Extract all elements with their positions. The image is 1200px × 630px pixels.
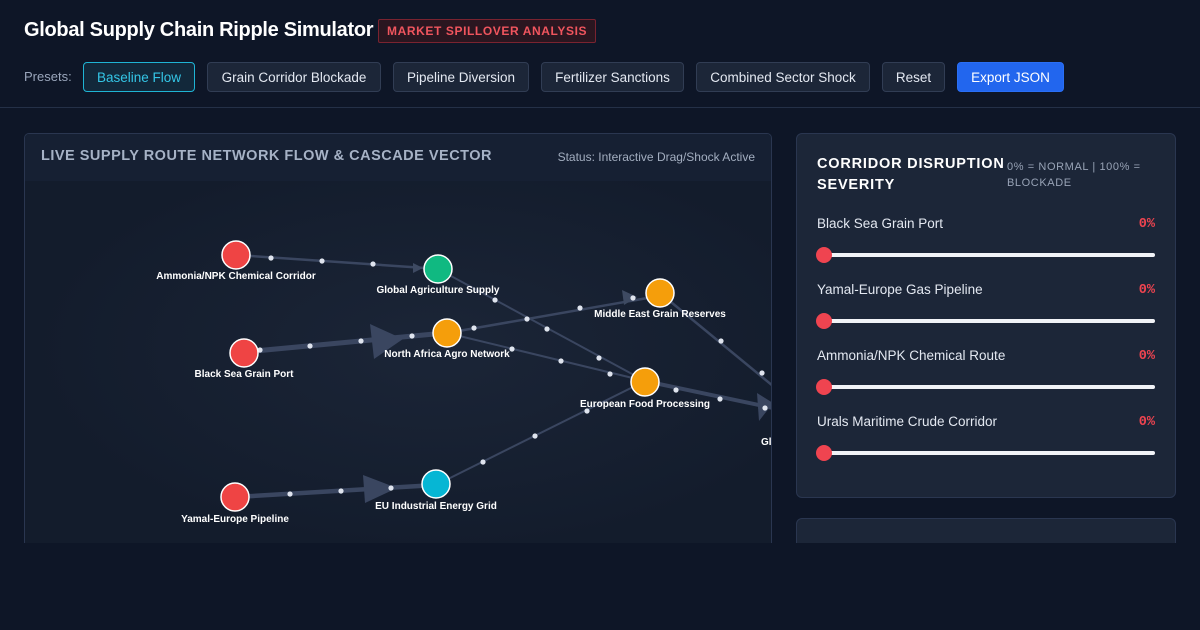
network-node-global-partial[interactable]: Gl [761,437,772,448]
network-status: Status: Interactive Drag/Shock Active [557,150,755,164]
node-label: North Africa Agro Network [384,349,510,360]
slider-label: Black Sea Grain Port [817,216,944,231]
slider-track-black-sea[interactable] [817,253,1155,257]
slider-row-black-sea: Black Sea Grain Port 0% [816,216,1155,272]
node-label: Global Agriculture Supply [377,285,500,296]
network-graph[interactable]: Ammonia/NPK Chemical Corridor Global Agr… [25,181,772,553]
slider-label: Urals Maritime Crude Corridor [817,414,998,429]
preset-fertilizer-sanctions-button[interactable]: Fertilizer Sanctions [541,62,684,92]
network-canvas[interactable]: Ammonia/NPK Chemical Corridor Global Agr… [25,181,772,553]
reset-button[interactable]: Reset [882,62,945,92]
slider-row-urals: Urals Maritime Crude Corridor 0% [816,414,1155,470]
app-title: Global Supply Chain Ripple Simulator [24,19,374,41]
slider-track-yamal[interactable] [817,319,1155,323]
disruption-panel: CORRIDOR DISRUPTION SEVERITY 0% = NORMAL… [796,133,1176,498]
network-panel-header: LIVE SUPPLY ROUTE NETWORK FLOW & CASCADE… [25,134,771,182]
slider-thumb-yamal[interactable] [816,313,832,329]
slider-value: 0% [1138,283,1155,298]
node-label: Ammonia/NPK Chemical Corridor [156,271,316,282]
app-header: Global Supply Chain Ripple Simulator MAR… [0,0,1200,108]
export-json-button[interactable]: Export JSON [957,62,1064,92]
preset-grain-corridor-blockade-button[interactable]: Grain Corridor Blockade [207,62,381,92]
viewport-bottom-area [0,543,1200,630]
network-panel-title: LIVE SUPPLY ROUTE NETWORK FLOW & CASCADE… [41,148,493,164]
edge-yamal-euenergy [235,482,437,500]
slider-thumb-urals[interactable] [816,445,832,461]
slider-thumb-ammonia[interactable] [816,379,832,395]
slider-thumb-black-sea[interactable] [816,247,832,263]
preset-combined-sector-shock-button[interactable]: Combined Sector Shock [696,62,870,92]
network-node-ammonia[interactable]: Ammonia/NPK Chemical Corridor [156,240,316,282]
edge-euenergy-eufood [435,380,646,486]
node-label: Yamal-Europe Pipeline [181,514,289,525]
node-label: EU Industrial Energy Grid [375,501,497,512]
network-edges [235,253,771,503]
edge-arrow [413,263,423,273]
network-node-agriculture[interactable]: Global Agriculture Supply [377,254,500,296]
slider-value: 0% [1138,349,1155,364]
analysis-badge: MARKET SPILLOVER ANALYSIS [378,19,597,43]
preset-pipeline-diversion-button[interactable]: Pipeline Diversion [393,62,529,92]
slider-label: Yamal-Europe Gas Pipeline [817,282,983,297]
network-node-black-sea[interactable]: Black Sea Grain Port [195,338,295,380]
slider-value: 0% [1138,415,1155,430]
presets-label: Presets: [24,69,72,84]
network-node-eu-energy[interactable]: EU Industrial Energy Grid [375,469,497,512]
preset-baseline-flow-button[interactable]: Baseline Flow [83,62,195,92]
slider-value: 0% [1138,217,1155,232]
edge-meast-gl [659,292,771,386]
slider-label: Ammonia/NPK Chemical Route [817,348,1006,363]
network-node-yamal[interactable]: Yamal-Europe Pipeline [181,482,289,525]
node-label: Black Sea Grain Port [195,369,295,380]
slider-row-ammonia: Ammonia/NPK Chemical Route 0% [816,348,1155,404]
node-label: European Food Processing [580,399,710,410]
edge-ammonia-agri [235,253,426,270]
node-label: Middle East Grain Reserves [594,309,726,320]
disruption-panel-title: CORRIDOR DISRUPTION SEVERITY [817,156,1005,193]
flow-particles [257,255,768,497]
slider-track-urals[interactable] [817,451,1155,455]
network-panel: LIVE SUPPLY ROUTE NETWORK FLOW & CASCADE… [24,133,772,553]
disruption-hint: 0% = NORMAL | 100% = BLOCKADE [1007,161,1141,189]
node-label: Gl [761,437,772,448]
network-node-middle-east[interactable]: Middle East Grain Reserves [594,278,726,320]
slider-row-yamal: Yamal-Europe Gas Pipeline 0% [816,282,1155,338]
slider-track-ammonia[interactable] [817,385,1155,389]
